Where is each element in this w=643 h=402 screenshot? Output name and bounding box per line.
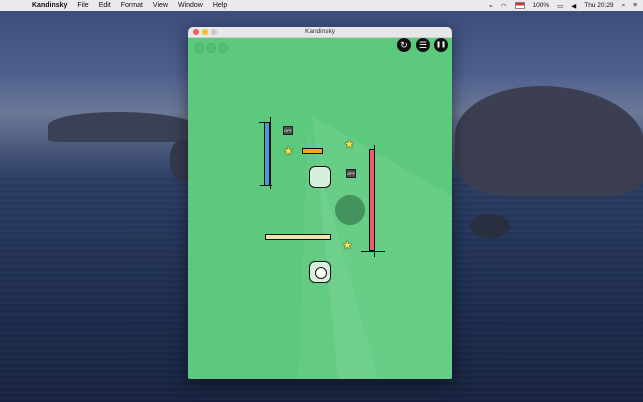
ball-launcher[interactable] [309,261,331,283]
menu-edit[interactable]: Edit [99,2,111,9]
ball [315,267,327,279]
zoom-window-button[interactable] [211,29,217,35]
star-progress-slot-2 [206,43,216,53]
off-switch[interactable]: OFF [346,169,356,178]
star-pickup: ★ [344,137,355,151]
star-progress-slot-3 [218,43,228,53]
app-window: Kandinsky ↻ ☰ ❚❚ OFF OFF ★ ★ ★ [188,27,452,379]
orange-bar[interactable] [302,148,323,154]
desktop-island [48,112,198,142]
menu-icon: ☰ [418,40,428,50]
switch-label: OFF [284,128,292,133]
volume-icon[interactable]: ◀ [571,2,576,10]
app-menu[interactable]: Kandinsky [32,2,67,9]
off-switch[interactable]: OFF [283,126,293,135]
restart-icon: ↻ [400,40,408,50]
pivot-post [270,117,271,189]
status-area: ⌁ ◠ 100% ▭ ◀ Thu 20:29 ⌕ ≡ [489,0,637,11]
switch-label: OFF [347,171,355,176]
menu-window[interactable]: Window [178,2,203,9]
star-progress-slot-1 [194,43,204,53]
pause-button[interactable]: ❚❚ [434,38,448,52]
title-bar[interactable]: Kandinsky [188,27,452,38]
pivot-post [361,251,385,252]
desktop-island [455,86,643,196]
menu-help[interactable]: Help [213,2,227,9]
menu-view[interactable]: View [153,2,168,9]
tan-bar[interactable] [265,234,331,240]
light-beam [298,116,452,379]
battery-icon[interactable]: ▭ [557,2,563,10]
input-source-flag-icon[interactable] [514,2,525,9]
menu-file[interactable]: File [77,2,88,9]
notification-center-icon[interactable]: ≡ [633,2,637,9]
menu-button[interactable]: ☰ [416,38,430,52]
movable-block[interactable] [309,166,331,188]
blue-bar[interactable] [264,122,270,186]
window-title: Kandinsky [305,28,335,35]
wifi-icon[interactable]: ◠ [501,2,507,10]
restart-button[interactable]: ↻ [397,38,411,52]
clock[interactable]: Thu 20:29 [584,2,613,9]
minimize-window-button[interactable] [202,29,208,35]
airdrop-icon[interactable]: ⌁ [489,2,493,10]
pause-icon: ❚❚ [435,42,447,48]
close-window-button[interactable] [193,29,199,35]
battery-percent[interactable]: 100% [533,2,550,9]
desktop-rock [470,214,510,238]
star-pickup: ★ [342,238,353,252]
spotlight-search-icon[interactable]: ⌕ [622,2,626,10]
menu-format[interactable]: Format [121,2,143,9]
red-bar[interactable] [369,149,375,251]
menu-bar: Kandinsky File Edit Format View Window H… [0,0,643,11]
game-canvas[interactable]: ↻ ☰ ❚❚ OFF OFF ★ ★ ★ [188,38,452,379]
goal-target [335,195,365,225]
star-pickup: ★ [283,144,294,158]
